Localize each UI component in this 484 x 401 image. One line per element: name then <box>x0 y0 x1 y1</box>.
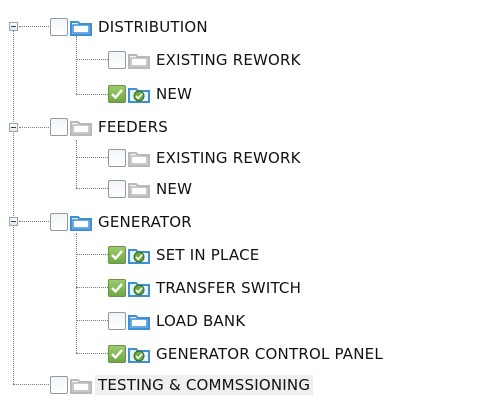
checkbox[interactable] <box>108 148 126 167</box>
folder-icon <box>128 312 150 330</box>
tree-connector <box>76 140 77 188</box>
checked-folder-icon <box>128 279 150 297</box>
node-label: TRANSFER SWITCH <box>156 278 302 297</box>
tree-connector <box>76 233 77 353</box>
checked-folder-icon <box>128 345 150 363</box>
tree-connector <box>76 287 108 288</box>
node-label: NEW <box>156 84 193 103</box>
tree-connector <box>76 36 77 94</box>
tree-node-new[interactable]: NEW <box>108 172 192 205</box>
tree-connector <box>76 254 108 255</box>
tree-node-generator[interactable]: GENERATOR <box>50 205 192 238</box>
node-label: LOAD BANK <box>156 311 246 330</box>
tree-node-feeders[interactable]: FEEDERS <box>50 110 168 143</box>
checkbox[interactable] <box>108 84 126 103</box>
node-label: TESTING & COMMSSIONING <box>95 374 314 395</box>
node-label: GENERATOR CONTROL PANEL <box>156 344 383 363</box>
tree-node-set-in-place[interactable]: SET IN PLACE <box>108 238 259 271</box>
node-label: GENERATOR <box>98 212 192 231</box>
tree-connector <box>76 320 108 321</box>
tree-view: DISTRIBUTION EXISTING REWORK NEW FEEDERS… <box>0 0 484 397</box>
collapse-toggle-distribution[interactable] <box>9 22 18 31</box>
tree-node-existing-rework[interactable]: EXISTING REWORK <box>108 141 301 174</box>
checkbox[interactable] <box>108 179 126 198</box>
tree-connector <box>76 188 108 189</box>
node-label: FEEDERS <box>98 117 168 136</box>
folder-icon <box>70 18 92 36</box>
folder-icon <box>128 51 150 69</box>
folder-icon <box>70 118 92 136</box>
tree-connector <box>76 353 108 354</box>
node-label: EXISTING REWORK <box>156 148 301 167</box>
folder-icon <box>70 213 92 231</box>
checkbox[interactable] <box>108 311 126 330</box>
tree-connector <box>13 384 49 385</box>
node-label: DISTRIBUTION <box>98 17 208 36</box>
checked-folder-icon <box>128 246 150 264</box>
tree-node-transfer-switch[interactable]: TRANSFER SWITCH <box>108 271 301 304</box>
folder-icon <box>70 376 92 394</box>
tree-connector <box>19 127 49 128</box>
checkbox[interactable] <box>50 117 68 136</box>
tree-connector <box>19 26 49 27</box>
checkbox[interactable] <box>50 17 68 36</box>
folder-icon <box>128 149 150 167</box>
checkbox[interactable] <box>50 212 68 231</box>
tree-connector <box>76 94 108 95</box>
tree-node-testing-commissioning[interactable]: TESTING & COMMSSIONING <box>50 368 314 401</box>
checkbox[interactable] <box>108 278 126 297</box>
tree-node-existing-rework[interactable]: EXISTING REWORK <box>108 43 301 76</box>
collapse-toggle-generator[interactable] <box>9 217 18 226</box>
checkbox[interactable] <box>50 375 68 394</box>
node-label: SET IN PLACE <box>156 245 260 264</box>
collapse-toggle-feeders[interactable] <box>9 123 18 132</box>
tree-connector <box>19 221 49 222</box>
tree-node-load-bank[interactable]: LOAD BANK <box>108 304 245 337</box>
node-label: NEW <box>156 179 193 198</box>
tree-node-new[interactable]: NEW <box>108 77 192 110</box>
tree-connector <box>13 26 14 384</box>
tree-connector <box>76 59 108 60</box>
tree-connector <box>76 157 108 158</box>
checkbox[interactable] <box>108 344 126 363</box>
tree-node-distribution[interactable]: DISTRIBUTION <box>50 10 208 43</box>
folder-icon <box>128 180 150 198</box>
checked-folder-icon <box>128 85 150 103</box>
node-label: EXISTING REWORK <box>156 50 301 69</box>
tree-node-generator-control-panel[interactable]: GENERATOR CONTROL PANEL <box>108 337 383 370</box>
checkbox[interactable] <box>108 50 126 69</box>
checkbox[interactable] <box>108 245 126 264</box>
